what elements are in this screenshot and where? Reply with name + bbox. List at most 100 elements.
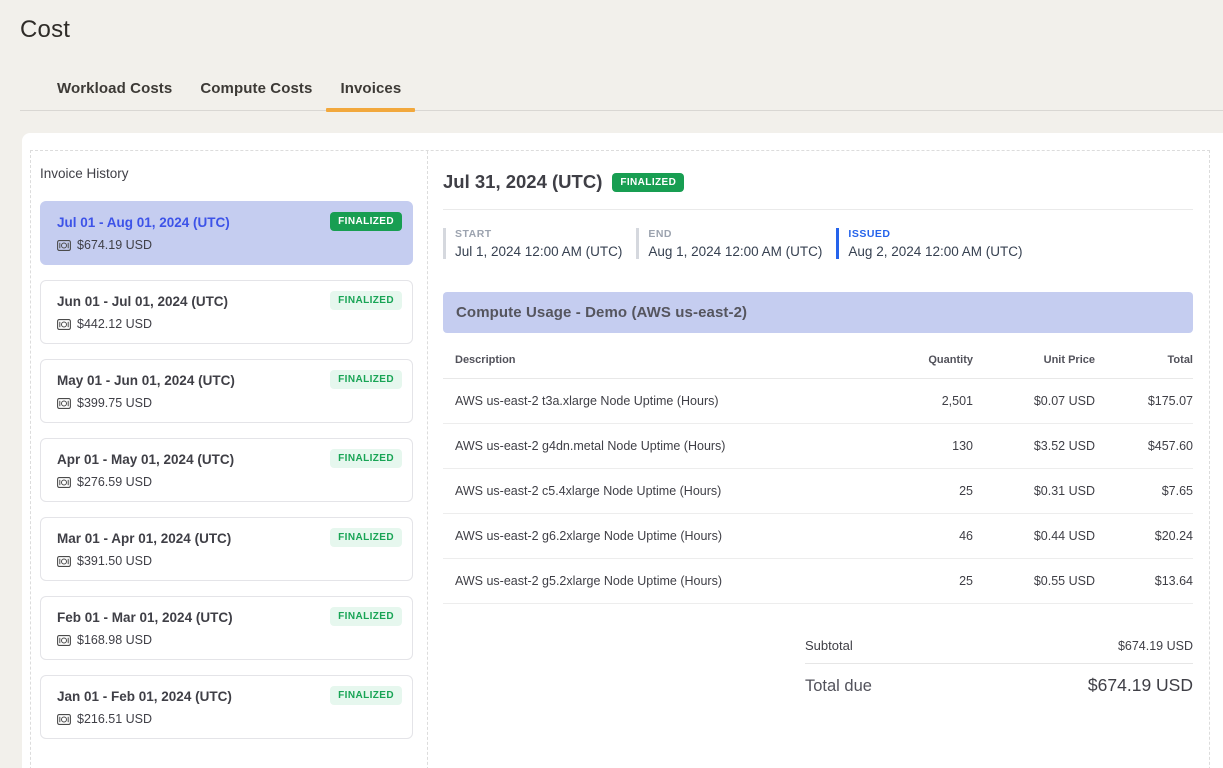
subtotal-label: Subtotal: [805, 638, 853, 653]
invoice-card-top: Feb 01 - Mar 01, 2024 (UTC) FINALIZED: [57, 607, 402, 626]
invoice-date-range: Jul 01 - Aug 01, 2024 (UTC): [57, 212, 230, 230]
invoice-amount-row: $674.19 USD: [57, 238, 402, 252]
row-description: AWS us-east-2 g4dn.metal Node Uptime (Ho…: [443, 439, 853, 453]
invoice-summary: Subtotal $674.19 USD Total due $674.19 U…: [805, 630, 1193, 706]
invoice-card-top: Jan 01 - Feb 01, 2024 (UTC) FINALIZED: [57, 686, 402, 705]
invoice-card[interactable]: Jan 01 - Feb 01, 2024 (UTC) FINALIZED $2…: [40, 675, 413, 739]
row-unit-price: $0.55 USD: [973, 574, 1095, 588]
page-title: Cost: [20, 16, 1223, 44]
row-description: AWS us-east-2 t3a.xlarge Node Uptime (Ho…: [443, 394, 853, 408]
invoice-date-range: Mar 01 - Apr 01, 2024 (UTC): [57, 528, 231, 546]
meta-value: Jul 1, 2024 12:00 AM (UTC): [455, 244, 622, 259]
banknote-icon: [57, 477, 71, 488]
invoice-card[interactable]: Jul 01 - Aug 01, 2024 (UTC) FINALIZED $6…: [40, 201, 413, 265]
total-due-value: $674.19 USD: [1088, 675, 1193, 696]
invoice-amount-row: $442.12 USD: [57, 317, 402, 331]
invoice-amount: $391.50 USD: [77, 554, 152, 568]
row-unit-price: $0.44 USD: [973, 529, 1095, 543]
table-body: AWS us-east-2 t3a.xlarge Node Uptime (Ho…: [443, 379, 1193, 604]
invoice-date-range: Apr 01 - May 01, 2024 (UTC): [57, 449, 234, 467]
row-description: AWS us-east-2 g6.2xlarge Node Uptime (Ho…: [443, 529, 853, 543]
invoice-card[interactable]: May 01 - Jun 01, 2024 (UTC) FINALIZED $3…: [40, 359, 413, 423]
invoice-list: Jul 01 - Aug 01, 2024 (UTC) FINALIZED $6…: [40, 201, 413, 739]
invoice-detail-panel: Jul 31, 2024 (UTC) FINALIZED START Jul 1…: [428, 151, 1209, 768]
invoice-card-top: Jun 01 - Jul 01, 2024 (UTC) FINALIZED: [57, 291, 402, 310]
column-quantity: Quantity: [853, 354, 973, 366]
invoice-date-range: Feb 01 - Mar 01, 2024 (UTC): [57, 607, 233, 625]
meta-label: ISSUED: [848, 228, 1022, 240]
row-unit-price: $0.31 USD: [973, 484, 1095, 498]
tab-invoices[interactable]: Invoices: [326, 80, 415, 110]
invoice-card-top: Apr 01 - May 01, 2024 (UTC) FINALIZED: [57, 449, 402, 468]
row-total: $175.07: [1095, 394, 1193, 408]
invoice-amount-row: $391.50 USD: [57, 554, 402, 568]
invoice-amount-row: $276.59 USD: [57, 475, 402, 489]
invoice-card-top: Mar 01 - Apr 01, 2024 (UTC) FINALIZED: [57, 528, 402, 547]
invoice-amount-row: $216.51 USD: [57, 712, 402, 726]
banknote-icon: [57, 319, 71, 330]
meta-value: Aug 1, 2024 12:00 AM (UTC): [648, 244, 822, 259]
status-badge: FINALIZED: [330, 449, 402, 468]
row-quantity: 46: [853, 529, 973, 543]
invoice-amount: $276.59 USD: [77, 475, 152, 489]
row-quantity: 25: [853, 484, 973, 498]
row-unit-price: $0.07 USD: [973, 394, 1095, 408]
table-header-row: Description Quantity Unit Price Total: [443, 333, 1193, 379]
tab-bar: Workload Costs Compute Costs Invoices: [20, 80, 1223, 111]
row-total: $13.64: [1095, 574, 1193, 588]
banknote-icon: [57, 240, 71, 251]
meta-label: END: [648, 228, 822, 240]
row-total: $20.24: [1095, 529, 1193, 543]
table-row: AWS us-east-2 g6.2xlarge Node Uptime (Ho…: [443, 514, 1193, 559]
invoice-amount-row: $399.75 USD: [57, 396, 402, 410]
invoice-amount: $216.51 USD: [77, 712, 152, 726]
meta-value: Aug 2, 2024 12:00 AM (UTC): [848, 244, 1022, 259]
column-unit-price: Unit Price: [973, 354, 1095, 366]
invoice-history-sidebar: Invoice History Jul 01 - Aug 01, 2024 (U…: [31, 151, 428, 768]
invoice-card[interactable]: Mar 01 - Apr 01, 2024 (UTC) FINALIZED $3…: [40, 517, 413, 581]
table-row: AWS us-east-2 g5.2xlarge Node Uptime (Ho…: [443, 559, 1193, 604]
status-badge: FINALIZED: [330, 686, 402, 705]
row-total: $457.60: [1095, 439, 1193, 453]
invoice-card[interactable]: Apr 01 - May 01, 2024 (UTC) FINALIZED $2…: [40, 438, 413, 502]
tab-compute-costs[interactable]: Compute Costs: [186, 80, 326, 110]
status-badge: FINALIZED: [330, 607, 402, 626]
invoice-history-title: Invoice History: [40, 166, 413, 181]
invoice-amount: $399.75 USD: [77, 396, 152, 410]
invoice-card[interactable]: Feb 01 - Mar 01, 2024 (UTC) FINALIZED $1…: [40, 596, 413, 660]
invoice-meta-block: END Aug 1, 2024 12:00 AM (UTC): [636, 228, 822, 259]
invoice-card-top: May 01 - Jun 01, 2024 (UTC) FINALIZED: [57, 370, 402, 389]
subtotal-value: $674.19 USD: [1118, 639, 1193, 653]
status-badge: FINALIZED: [330, 291, 402, 310]
column-total: Total: [1095, 354, 1193, 366]
row-quantity: 25: [853, 574, 973, 588]
meta-label: START: [455, 228, 622, 240]
column-description: Description: [443, 354, 853, 366]
page-header: Cost Workload Costs Compute Costs Invoic…: [0, 0, 1223, 111]
invoice-detail-title: Jul 31, 2024 (UTC): [443, 171, 602, 193]
status-badge: FINALIZED: [612, 173, 684, 192]
row-unit-price: $3.52 USD: [973, 439, 1095, 453]
total-due-row: Total due $674.19 USD: [805, 663, 1193, 706]
invoice-card[interactable]: Jun 01 - Jul 01, 2024 (UTC) FINALIZED $4…: [40, 280, 413, 344]
header-divider: [443, 209, 1193, 210]
invoice-date-range: May 01 - Jun 01, 2024 (UTC): [57, 370, 235, 388]
usage-table: Description Quantity Unit Price Total AW…: [443, 333, 1193, 604]
invoice-amount: $168.98 USD: [77, 633, 152, 647]
banknote-icon: [57, 398, 71, 409]
status-badge: FINALIZED: [330, 370, 402, 389]
banknote-icon: [57, 635, 71, 646]
invoice-card-top: Jul 01 - Aug 01, 2024 (UTC) FINALIZED: [57, 212, 402, 231]
invoices-panel: Invoice History Jul 01 - Aug 01, 2024 (U…: [30, 150, 1210, 768]
table-row: AWS us-east-2 g4dn.metal Node Uptime (Ho…: [443, 424, 1193, 469]
tab-workload-costs[interactable]: Workload Costs: [43, 80, 186, 110]
row-description: AWS us-east-2 g5.2xlarge Node Uptime (Ho…: [443, 574, 853, 588]
invoice-meta-row: START Jul 1, 2024 12:00 AM (UTC) END Aug…: [443, 228, 1193, 259]
banknote-icon: [57, 714, 71, 725]
invoice-amount: $674.19 USD: [77, 238, 152, 252]
invoice-meta-block: ISSUED Aug 2, 2024 12:00 AM (UTC): [836, 228, 1022, 259]
table-row: AWS us-east-2 c5.4xlarge Node Uptime (Ho…: [443, 469, 1193, 514]
compute-usage-banner: Compute Usage - Demo (AWS us-east-2): [443, 292, 1193, 333]
invoice-date-range: Jan 01 - Feb 01, 2024 (UTC): [57, 686, 232, 704]
row-quantity: 130: [853, 439, 973, 453]
